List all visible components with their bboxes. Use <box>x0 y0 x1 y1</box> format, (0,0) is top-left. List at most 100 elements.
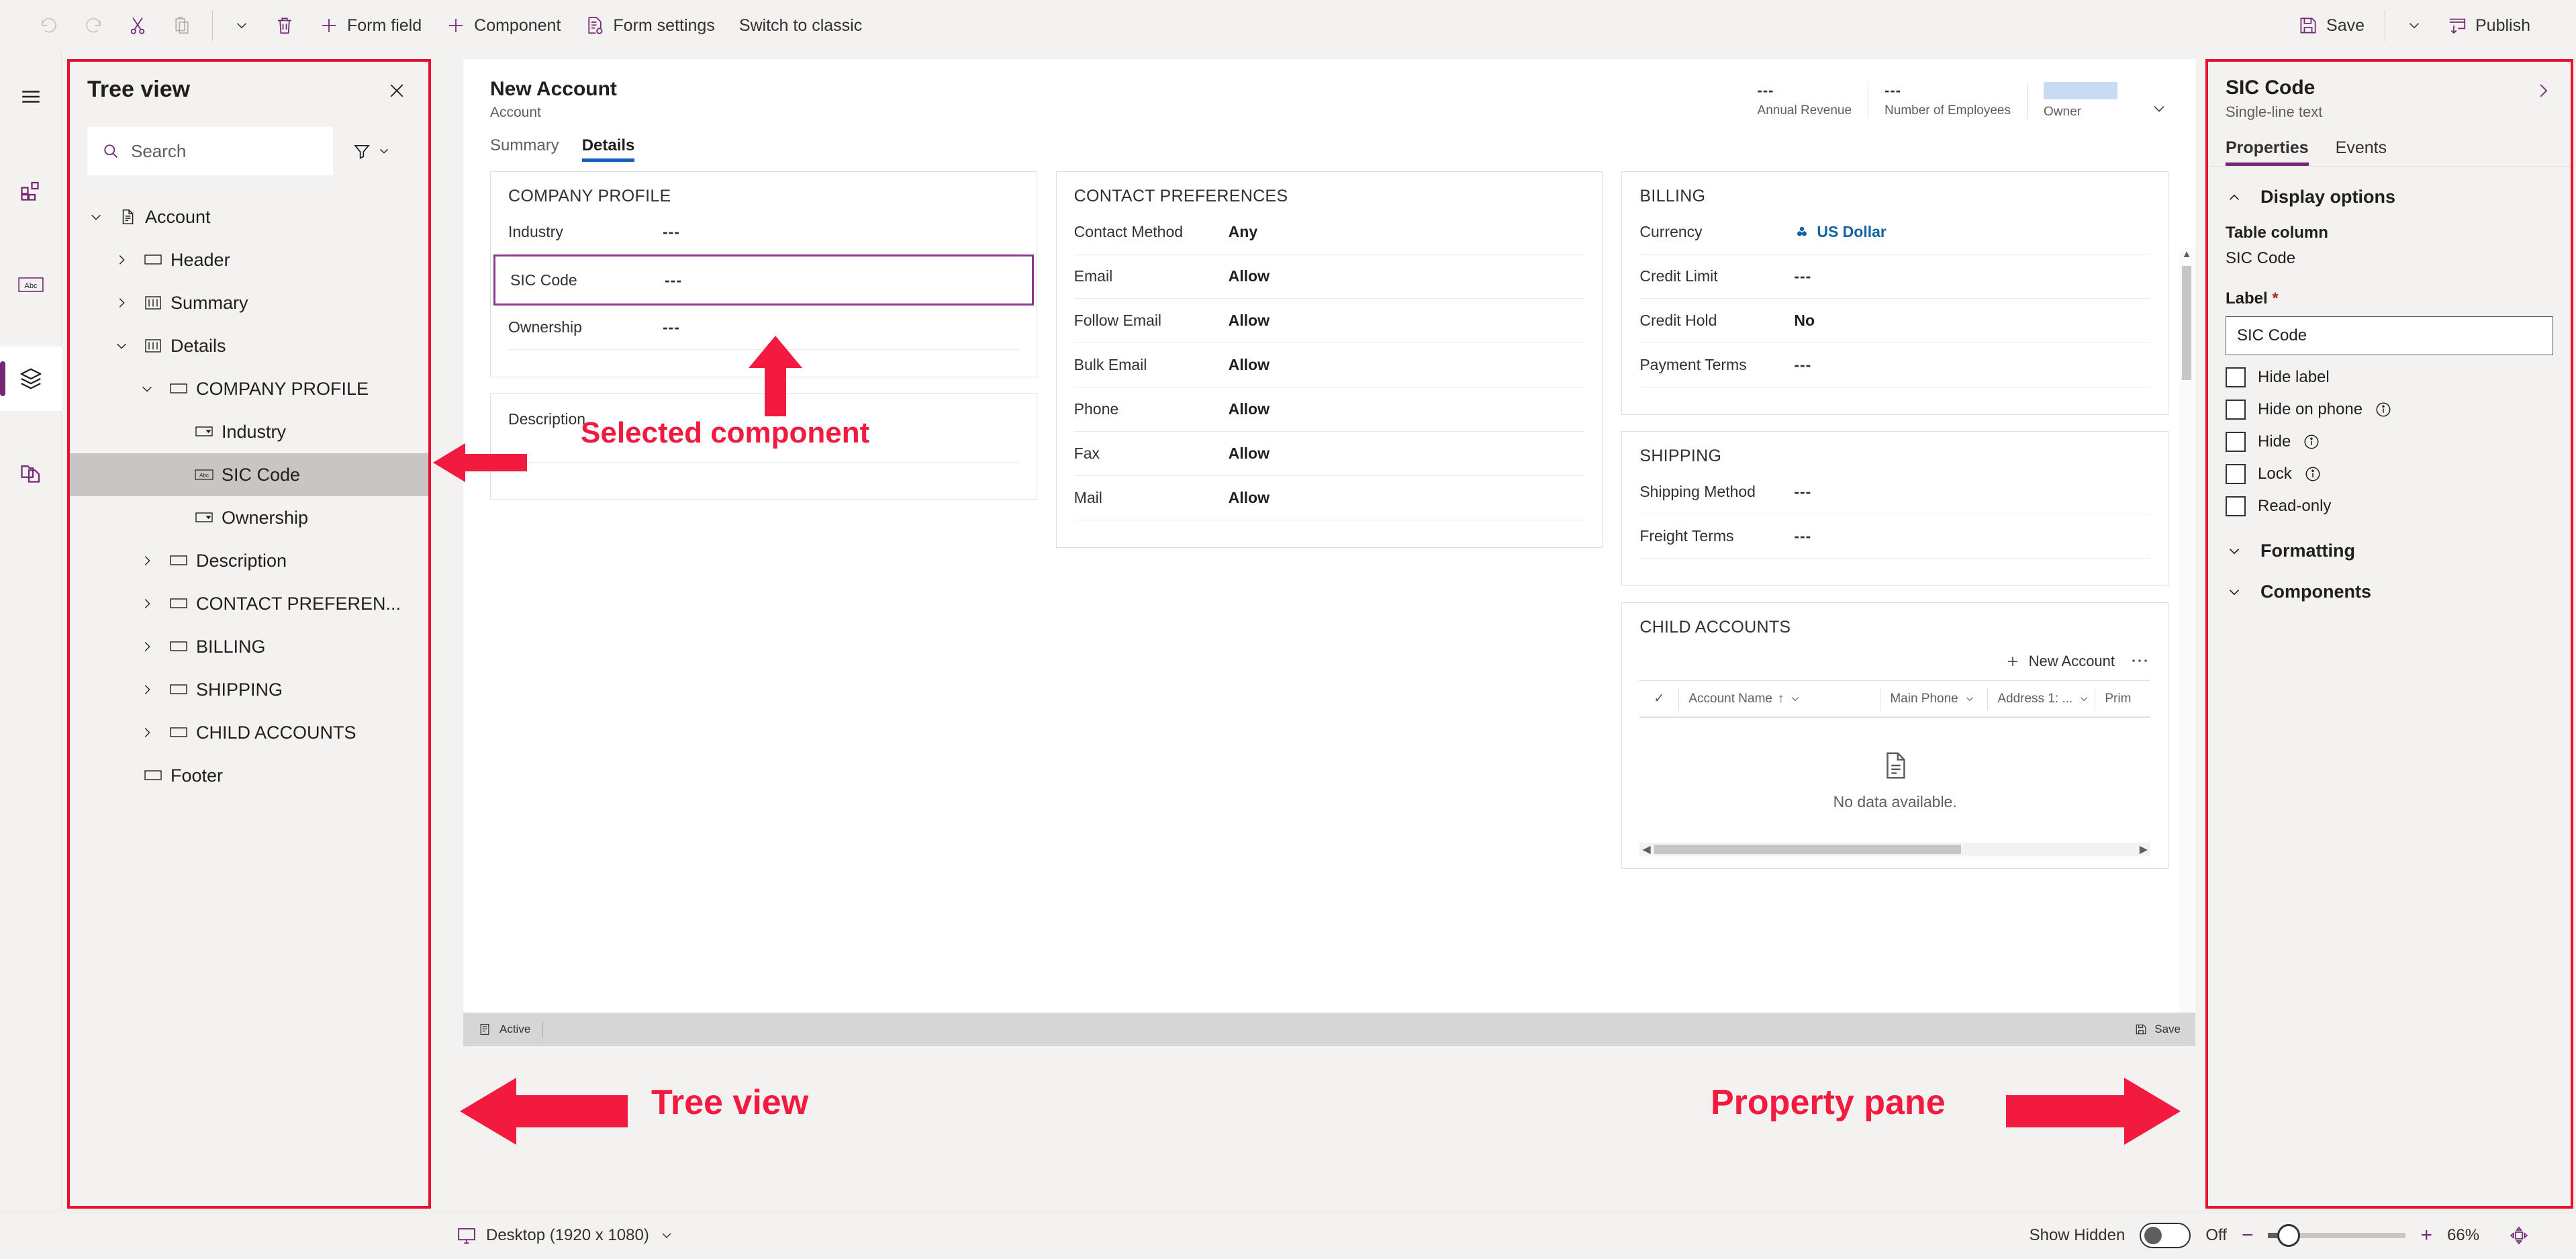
field-fax[interactable]: Fax Allow <box>1074 432 1585 476</box>
rail-item-menu[interactable] <box>0 64 62 129</box>
field-shipping-method[interactable]: Shipping Method --- <box>1639 470 2151 514</box>
tree-node-account[interactable]: Account <box>70 195 428 238</box>
more-vertical-icon[interactable]: ⋮ <box>2130 652 2150 671</box>
canvas-vertical-scrollbar[interactable]: ▲ ▼ <box>2179 248 2194 1046</box>
label-input-wrapper[interactable] <box>2226 316 2553 355</box>
tree-node-industry[interactable]: Industry <box>70 410 428 453</box>
chevron-right-icon[interactable] <box>133 725 161 740</box>
grid-col-account-name[interactable]: Account Name ↑ <box>1678 687 1880 710</box>
paste-button[interactable] <box>160 7 204 44</box>
tree-node-details[interactable]: Details <box>70 324 428 367</box>
publish-button[interactable]: Publish <box>2435 7 2542 44</box>
rail-item-tree-view[interactable] <box>0 346 62 411</box>
label-input[interactable] <box>2237 326 2542 345</box>
checkbox-hide-on-phone[interactable]: Hide on phone <box>2208 387 2571 420</box>
paste-options-chevron[interactable] <box>221 7 263 44</box>
chevron-right-icon[interactable] <box>107 295 136 310</box>
fit-to-screen-icon[interactable] <box>2509 1225 2529 1246</box>
checkbox-box[interactable] <box>2226 432 2246 452</box>
cut-button[interactable] <box>115 7 160 44</box>
scroll-thumb[interactable] <box>1654 845 1961 854</box>
checkbox-read-only[interactable]: Read-only <box>2208 484 2571 516</box>
field-freight-terms[interactable]: Freight Terms --- <box>1639 514 2151 559</box>
scroll-thumb[interactable] <box>2182 266 2191 380</box>
grid-horizontal-scrollbar[interactable]: ◀ ▶ <box>1639 843 2151 856</box>
field-industry[interactable]: Industry --- <box>508 210 1019 254</box>
section-formatting[interactable]: Formatting <box>2208 516 2571 568</box>
undo-button[interactable] <box>27 7 71 44</box>
rail-item-components[interactable] <box>0 158 62 223</box>
checkbox-lock[interactable]: Lock <box>2208 452 2571 484</box>
field-bulk-email[interactable]: Bulk Email Allow <box>1074 343 1585 387</box>
grid-col-address-1[interactable]: Address 1: ... <box>1987 687 2095 710</box>
tree-node-description[interactable]: Description <box>70 539 428 582</box>
tree-node-sic-code[interactable]: Abc SIC Code <box>70 453 428 496</box>
field-credit-limit[interactable]: Credit Limit --- <box>1639 254 2151 299</box>
tab-details[interactable]: Details <box>581 136 634 162</box>
chevron-right-icon[interactable] <box>133 639 161 654</box>
header-expand-button[interactable] <box>2134 82 2168 122</box>
info-icon[interactable] <box>2303 433 2320 451</box>
tree-node-company-profile[interactable]: COMPANY PROFILE <box>70 367 428 410</box>
scroll-left-icon[interactable]: ◀ <box>1642 843 1650 856</box>
field-currency[interactable]: Currency US Dollar <box>1639 210 2151 254</box>
field-follow-email[interactable]: Follow Email Allow <box>1074 299 1585 343</box>
zoom-slider[interactable] <box>2268 1223 2406 1247</box>
tree-node-billing[interactable]: BILLING <box>70 625 428 668</box>
show-hidden-toggle[interactable] <box>2140 1222 2191 1248</box>
switch-to-classic-button[interactable]: Switch to classic <box>727 7 874 44</box>
scroll-right-icon[interactable]: ▶ <box>2140 843 2148 856</box>
rail-item-form-library[interactable] <box>0 440 62 505</box>
redo-button[interactable] <box>71 7 115 44</box>
filter-button[interactable] <box>333 127 411 175</box>
section-components[interactable]: Components <box>2208 568 2571 609</box>
tree-node-shipping[interactable]: SHIPPING <box>70 668 428 711</box>
chevron-right-icon[interactable] <box>133 553 161 568</box>
checkbox-box[interactable] <box>2226 496 2246 516</box>
close-tree-view-button[interactable] <box>383 77 411 108</box>
field-phone[interactable]: Phone Allow <box>1074 387 1585 432</box>
tab-properties[interactable]: Properties <box>2226 138 2309 166</box>
new-account-button[interactable]: New Account <box>2005 653 2115 670</box>
chevron-right-icon[interactable] <box>133 596 161 611</box>
tree-node-child-accounts[interactable]: CHILD ACCOUNTS <box>70 711 428 754</box>
save-button[interactable]: Save <box>2286 7 2377 44</box>
form-field-button[interactable]: Form field <box>307 7 434 44</box>
rail-item-table-columns[interactable]: Abc <box>0 252 62 317</box>
checkbox-box[interactable] <box>2226 464 2246 484</box>
form-settings-button[interactable]: Form settings <box>573 7 726 44</box>
checkbox-hide-label[interactable]: Hide label <box>2208 355 2571 387</box>
field-contact-method[interactable]: Contact Method Any <box>1074 210 1585 254</box>
tab-events[interactable]: Events <box>2336 138 2387 166</box>
grid-col-main-phone[interactable]: Main Phone <box>1880 687 1987 710</box>
scroll-up-icon[interactable]: ▲ <box>2179 248 2194 263</box>
chevron-right-icon[interactable] <box>107 252 136 267</box>
tree-node-contact-preferen[interactable]: CONTACT PREFEREN... <box>70 582 428 625</box>
field-email[interactable]: Email Allow <box>1074 254 1585 299</box>
grid-select-all-checkbox[interactable]: ✓ <box>1639 688 1678 710</box>
chevron-right-icon[interactable] <box>133 682 161 697</box>
chevron-down-icon[interactable] <box>82 209 110 224</box>
checkbox-hide[interactable]: Hide <box>2208 420 2571 452</box>
zoom-slider-knob[interactable] <box>2277 1223 2301 1247</box>
search-box[interactable] <box>87 127 333 175</box>
device-selector[interactable]: Desktop (1920 x 1080) <box>0 1225 675 1246</box>
section-display-options[interactable]: Display options <box>2208 167 2571 214</box>
footer-save-button[interactable]: Save <box>2134 1023 2181 1036</box>
field-sic-code[interactable]: SIC Code --- <box>493 254 1034 306</box>
delete-button[interactable] <box>263 7 307 44</box>
zoom-in-button[interactable]: + <box>2420 1225 2432 1246</box>
grid-col-primary[interactable]: Prim <box>2095 687 2140 710</box>
search-input[interactable] <box>131 140 319 162</box>
save-options-chevron[interactable] <box>2393 7 2435 44</box>
zoom-out-button[interactable]: − <box>2242 1225 2254 1246</box>
tree-node-header[interactable]: Header <box>70 238 428 281</box>
component-button[interactable]: Component <box>434 7 573 44</box>
info-icon[interactable] <box>2375 401 2392 418</box>
collapse-property-pane-button[interactable] <box>2533 77 2553 104</box>
chevron-down-icon[interactable] <box>107 338 136 353</box>
checkbox-box[interactable] <box>2226 400 2246 420</box>
field-payment-terms[interactable]: Payment Terms --- <box>1639 343 2151 387</box>
tab-summary[interactable]: Summary <box>490 136 559 162</box>
checkbox-box[interactable] <box>2226 367 2246 387</box>
